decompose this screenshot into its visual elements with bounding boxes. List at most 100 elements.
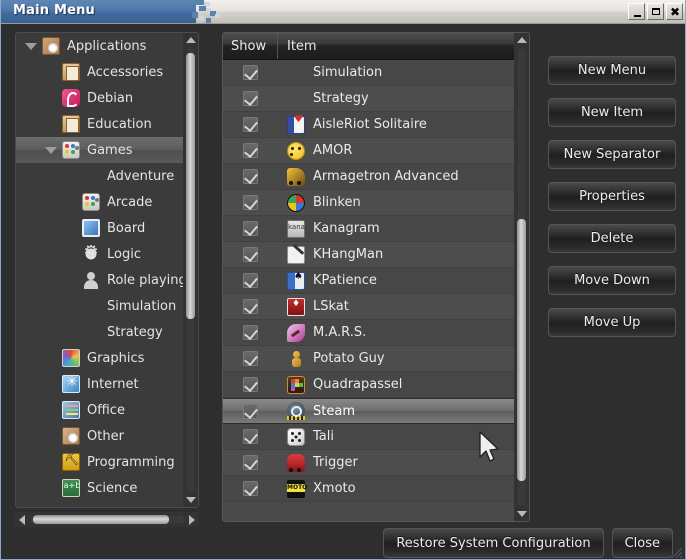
list-item-khangman[interactable]: KHangMan — [223, 242, 515, 268]
show-checkbox-cell[interactable] — [223, 143, 278, 158]
tree-item-board[interactable]: Board — [16, 215, 199, 241]
show-checkbox-cell[interactable] — [223, 169, 278, 184]
tree-item-programming[interactable]: Programming — [16, 449, 199, 475]
restore-system-configuration-button[interactable]: Restore System Configuration — [383, 528, 603, 558]
show-checkbox[interactable] — [243, 65, 258, 80]
show-checkbox[interactable] — [243, 429, 258, 444]
tree-item-other[interactable]: Other — [16, 423, 199, 449]
show-checkbox[interactable] — [243, 117, 258, 132]
tree-item-simulation[interactable]: Simulation — [16, 293, 199, 319]
list-item-m-a-r-s[interactable]: M.A.R.S. — [223, 320, 515, 346]
expander-down-icon[interactable] — [20, 43, 42, 50]
list-item-simulation[interactable]: Simulation — [223, 60, 515, 86]
tree-item-applications[interactable]: Applications — [16, 33, 199, 59]
show-checkbox[interactable] — [243, 273, 258, 288]
tree-vertical-scrollbar[interactable] — [183, 33, 198, 507]
show-checkbox[interactable] — [243, 299, 258, 314]
resize-grip[interactable] — [671, 544, 683, 556]
list-item-aisleriot-solitaire[interactable]: AisleRiot Solitaire — [223, 112, 515, 138]
list-item-lskat[interactable]: LSkat — [223, 294, 515, 320]
list-item-quadrapassel[interactable]: Quadrapassel — [223, 372, 515, 398]
chevron-down-icon[interactable] — [45, 147, 57, 154]
show-checkbox[interactable] — [243, 247, 258, 262]
show-checkbox[interactable] — [243, 169, 258, 184]
list-item-xmoto[interactable]: Xmoto — [223, 476, 515, 502]
tree-scroll-right-icon[interactable] — [189, 515, 195, 525]
column-header-show[interactable]: Show — [223, 33, 278, 59]
show-checkbox-cell[interactable] — [223, 221, 278, 236]
list-item-kpatience[interactable]: KPatience — [223, 268, 515, 294]
show-checkbox-cell[interactable] — [223, 404, 278, 419]
list-item-steam[interactable]: Steam — [223, 398, 515, 424]
close-button[interactable]: Close — [612, 528, 673, 558]
tree-item-science[interactable]: Science — [16, 475, 199, 501]
tree-hscroll-thumb[interactable] — [33, 515, 169, 524]
show-checkbox[interactable] — [243, 195, 258, 210]
move-up-button[interactable]: Move Up — [548, 308, 676, 337]
tree-horizontal-scrollbar[interactable] — [15, 512, 199, 527]
list-item-potato-guy[interactable]: Potato Guy — [223, 346, 515, 372]
tree-item-arcade[interactable]: Arcade — [16, 189, 199, 215]
tree-item-office[interactable]: Office — [16, 397, 199, 423]
show-checkbox-cell[interactable] — [223, 91, 278, 106]
expander-down-icon[interactable] — [40, 147, 62, 154]
show-checkbox[interactable] — [243, 325, 258, 340]
show-checkbox-cell[interactable] — [223, 325, 278, 340]
list-item-kanagram[interactable]: Kanagram — [223, 216, 515, 242]
tree-item-debian[interactable]: Debian — [16, 85, 199, 111]
chevron-down-icon[interactable] — [25, 43, 37, 50]
maximize-icon[interactable] — [647, 3, 664, 20]
list-item-blinken[interactable]: Blinken — [223, 190, 515, 216]
list-item-trigger[interactable]: Trigger — [223, 450, 515, 476]
tree-scroll-left-icon[interactable] — [19, 515, 25, 525]
tree-scroll-thumb[interactable] — [186, 53, 195, 319]
properties-button[interactable]: Properties — [548, 182, 676, 211]
show-checkbox[interactable] — [243, 481, 258, 496]
show-checkbox-cell[interactable] — [223, 247, 278, 262]
show-checkbox-cell[interactable] — [223, 429, 278, 444]
list-scroll-up-icon[interactable] — [517, 37, 527, 43]
list-scroll-down-icon[interactable] — [517, 511, 527, 517]
show-checkbox-cell[interactable] — [223, 351, 278, 366]
show-checkbox[interactable] — [243, 455, 258, 470]
close-icon[interactable]: ✖ — [666, 3, 683, 20]
new-menu-button[interactable]: New Menu — [548, 56, 676, 85]
tree-scroll-down-icon[interactable] — [186, 497, 196, 503]
show-checkbox[interactable] — [243, 351, 258, 366]
column-header-item[interactable]: Item — [278, 33, 530, 59]
show-checkbox-cell[interactable] — [223, 455, 278, 470]
show-checkbox-cell[interactable] — [223, 481, 278, 496]
show-checkbox[interactable] — [243, 91, 258, 106]
show-checkbox[interactable] — [243, 377, 258, 392]
menu-item-list[interactable]: Show Item SimulationStrategyAisleRiot So… — [222, 32, 530, 522]
tree-item-education[interactable]: Education — [16, 111, 199, 137]
tree-item-games[interactable]: Games — [16, 137, 199, 163]
tree-scroll-up-icon[interactable] — [186, 37, 196, 43]
show-checkbox-cell[interactable] — [223, 299, 278, 314]
tree-item-internet[interactable]: Internet — [16, 371, 199, 397]
category-tree[interactable]: ApplicationsAccessoriesDebianEducationGa… — [15, 32, 199, 508]
tree-item-role-playing[interactable]: Role playing — [16, 267, 199, 293]
tree-item-graphics[interactable]: Graphics — [16, 345, 199, 371]
show-checkbox-cell[interactable] — [223, 195, 278, 210]
new-item-button[interactable]: New Item — [548, 98, 676, 127]
show-checkbox-cell[interactable] — [223, 117, 278, 132]
list-item-armagetron-advanced[interactable]: Armagetron Advanced — [223, 164, 515, 190]
list-scroll-thumb[interactable] — [517, 219, 526, 481]
show-checkbox-cell[interactable] — [223, 65, 278, 80]
list-item-tali[interactable]: Tali — [223, 424, 515, 450]
list-item-amor[interactable]: AMOR — [223, 138, 515, 164]
show-checkbox-cell[interactable] — [223, 273, 278, 288]
list-item-strategy[interactable]: Strategy — [223, 86, 515, 112]
title-bar[interactable]: Main Menu ✖ — [1, 0, 686, 24]
tree-item-logic[interactable]: Logic — [16, 241, 199, 267]
list-vertical-scrollbar[interactable] — [514, 33, 529, 521]
tree-item-adventure[interactable]: Adventure — [16, 163, 199, 189]
show-checkbox[interactable] — [243, 143, 258, 158]
delete-button[interactable]: Delete — [548, 224, 676, 253]
tree-item-accessories[interactable]: Accessories — [16, 59, 199, 85]
show-checkbox-cell[interactable] — [223, 377, 278, 392]
move-down-button[interactable]: Move Down — [548, 266, 676, 295]
show-checkbox[interactable] — [243, 221, 258, 236]
show-checkbox[interactable] — [243, 404, 258, 419]
